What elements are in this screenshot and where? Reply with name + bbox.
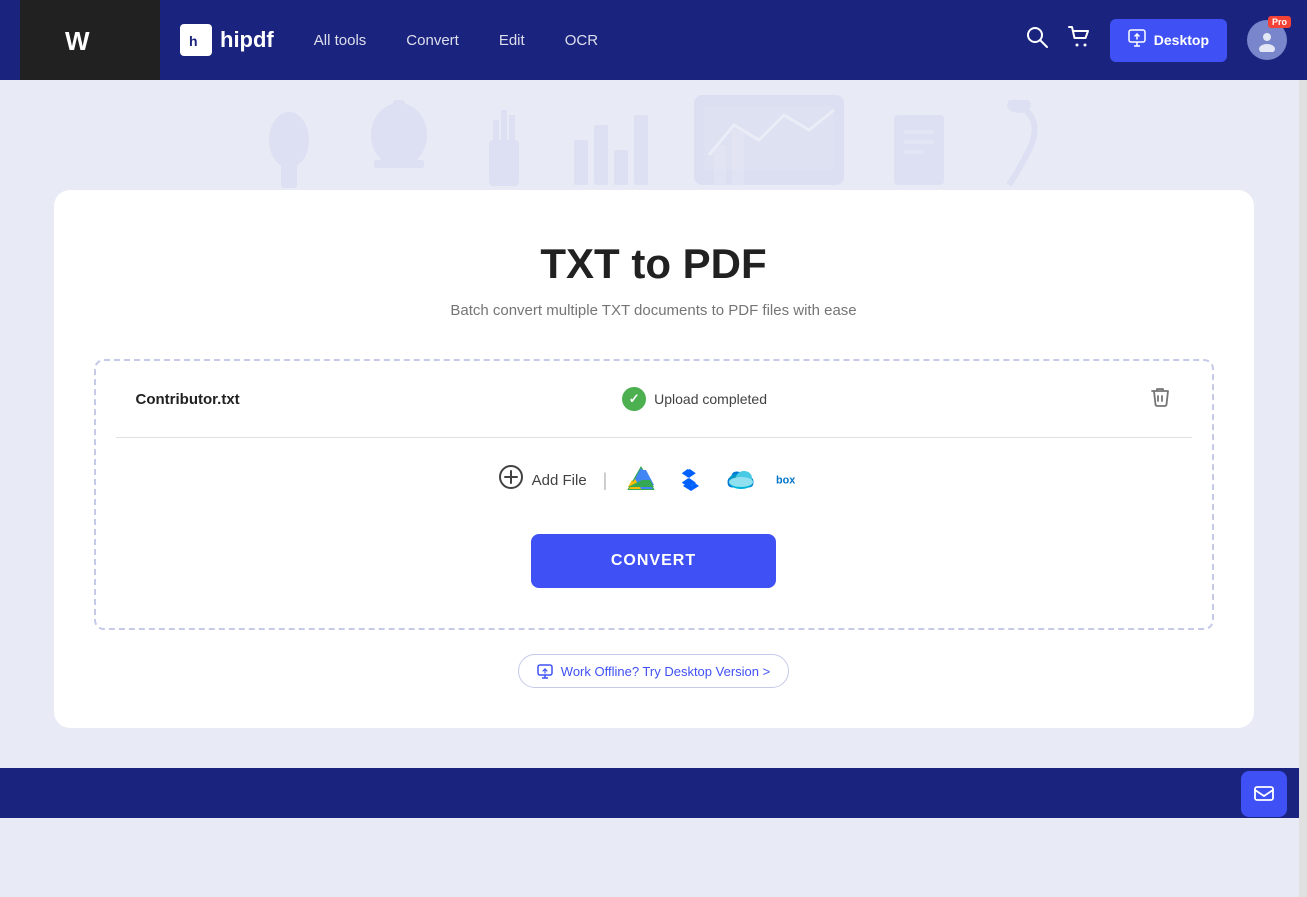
add-icon [498, 464, 524, 496]
nav-actions: Desktop Pro [1026, 19, 1287, 62]
add-file-button[interactable]: Add File [498, 464, 587, 496]
separator: | [603, 470, 608, 491]
message-button[interactable] [1241, 771, 1287, 817]
status-check-icon: ✓ [622, 387, 646, 411]
pro-badge: Pro [1268, 16, 1291, 28]
page-title: TXT to PDF [94, 240, 1214, 288]
wondershare-logo[interactable]: W [20, 0, 160, 80]
svg-text:h: h [189, 33, 198, 49]
desktop-icon [1128, 29, 1146, 52]
search-icon[interactable] [1026, 26, 1048, 54]
navbar: W h hipdf All tools Convert Edit OCR [0, 0, 1307, 80]
main-content: TXT to PDF Batch convert multiple TXT do… [0, 190, 1307, 768]
offline-notice: Work Offline? Try Desktop Version > [94, 654, 1214, 688]
file-name: Contributor.txt [136, 391, 240, 408]
offline-link[interactable]: Work Offline? Try Desktop Version > [518, 654, 789, 688]
dropbox-button[interactable] [673, 462, 709, 498]
upload-status: ✓ Upload completed [622, 387, 767, 411]
add-file-label: Add File [532, 472, 587, 489]
desktop-label: Desktop [1154, 32, 1209, 48]
desktop-button[interactable]: Desktop [1110, 19, 1227, 62]
cloud-icons: box [623, 462, 809, 498]
box-button[interactable]: box [773, 462, 809, 498]
scrollbar[interactable] [1299, 0, 1307, 897]
hipdf-brand[interactable]: h hipdf [180, 24, 274, 56]
delete-file-button[interactable] [1149, 385, 1171, 413]
nav-edit[interactable]: Edit [499, 32, 525, 49]
avatar-wrap[interactable]: Pro [1247, 20, 1287, 60]
page-subtitle: Batch convert multiple TXT documents to … [94, 302, 1214, 319]
hipdf-text: hipdf [220, 27, 274, 53]
nav-links: All tools Convert Edit OCR [314, 32, 598, 49]
offline-text: Work Offline? Try Desktop Version > [561, 664, 770, 679]
convert-wrap: CONVERT [116, 514, 1192, 598]
file-row: Contributor.txt ✓ Upload completed [116, 361, 1192, 438]
onedrive-button[interactable] [723, 462, 759, 498]
nav-convert[interactable]: Convert [406, 32, 459, 49]
converter-card: TXT to PDF Batch convert multiple TXT do… [54, 190, 1254, 728]
footer-bar [0, 768, 1307, 818]
nav-ocr[interactable]: OCR [565, 32, 598, 49]
nav-all-tools[interactable]: All tools [314, 32, 367, 49]
hero-background [0, 80, 1307, 190]
svg-text:W: W [65, 26, 90, 56]
hipdf-icon: h [180, 24, 212, 56]
convert-button[interactable]: CONVERT [531, 534, 776, 588]
cart-icon[interactable] [1068, 26, 1090, 54]
upload-area: Contributor.txt ✓ Upload completed [94, 359, 1214, 630]
svg-text:box: box [776, 475, 795, 487]
google-drive-button[interactable] [623, 462, 659, 498]
status-text: Upload completed [654, 391, 767, 407]
add-file-row: Add File | [116, 438, 1192, 514]
